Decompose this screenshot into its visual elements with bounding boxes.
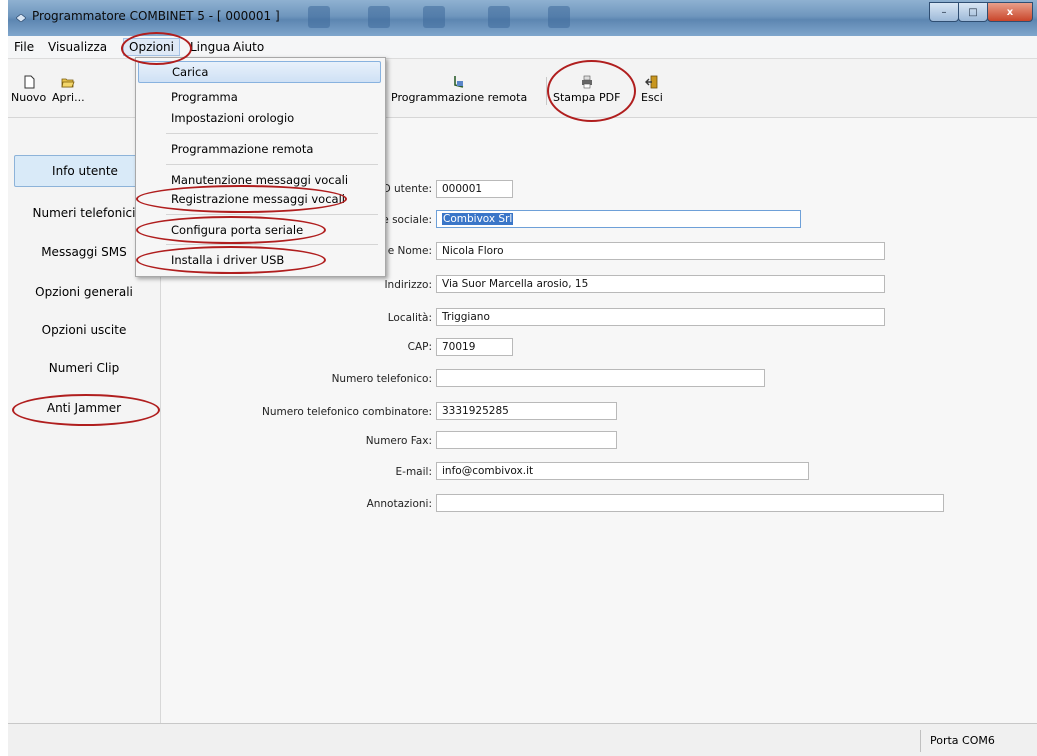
localita-field[interactable]: Triggiano [436, 308, 885, 326]
new-file-icon [24, 75, 35, 89]
nuovo-button[interactable]: Nuovo [11, 75, 46, 104]
highlight-oval-configura-porta [136, 216, 326, 244]
ragione-sociale-field[interactable]: Combivox Srl [436, 210, 801, 228]
numero-telefonico-field[interactable] [436, 369, 765, 387]
window-controls: – □ x [929, 2, 1033, 22]
highlight-oval-installa-driver [136, 246, 326, 274]
sidebar-item-opzioni-generali[interactable]: Opzioni generali [14, 277, 154, 307]
highlight-oval-anti-jammer [12, 394, 160, 426]
cap-field[interactable]: 70019 [436, 338, 513, 356]
highlight-oval-opzioni [121, 32, 192, 65]
taskbar-thumbnail-icon [423, 6, 445, 28]
highlight-oval-stampa-pdf [547, 60, 636, 122]
opzioni-menu: Carica Programma Impostazioni orologio P… [135, 57, 386, 277]
menu-item-carica[interactable]: Carica [138, 61, 381, 83]
status-port: Porta COM6 [930, 734, 995, 747]
nuovo-label: Nuovo [11, 91, 47, 104]
numero-combinatore-field[interactable]: 3331925285 [436, 402, 617, 420]
annotazioni-label: Annotazioni: [366, 498, 432, 510]
taskbar-thumbnail-icon [368, 6, 390, 28]
email-field[interactable]: info@combivox.it [436, 462, 809, 480]
remote-programming-icon [454, 76, 464, 88]
apri-button[interactable]: Apri... [52, 75, 85, 104]
open-folder-icon [61, 78, 75, 88]
window-title: Programmatore COMBINET 5 - [ 000001 ] [32, 9, 280, 23]
status-separator [920, 730, 921, 752]
id-utente-field[interactable]: 000001 [436, 180, 513, 198]
maximize-button[interactable]: □ [958, 2, 988, 22]
programmazione-remota-label: Programmazione remota [391, 91, 528, 104]
cognome-nome-field[interactable]: Nicola Floro [436, 242, 885, 260]
sidebar-item-numeri-clip[interactable]: Numeri Clip [14, 353, 154, 383]
highlight-oval-registrazione [136, 185, 347, 213]
menu-aiuto[interactable]: Aiuto [233, 40, 264, 54]
menu-lingua[interactable]: Lingua [190, 40, 230, 54]
cap-label: CAP: [407, 341, 432, 353]
menu-separator [166, 214, 378, 215]
sidebar-item-numeri-telefonici[interactable]: Numeri telefonici [14, 198, 154, 228]
annotazioni-field[interactable] [436, 494, 944, 512]
application-window: Programmatore COMBINET 5 - [ 000001 ] – … [8, 0, 1037, 756]
numero-fax-label: Numero Fax: [365, 435, 432, 447]
menu-item-programmazione-remota[interactable]: Programmazione remota [138, 138, 381, 160]
numero-fax-field[interactable] [436, 431, 617, 449]
sidebar-item-messaggi-sms[interactable]: Messaggi SMS [14, 237, 154, 267]
esci-label: Esci [641, 91, 663, 104]
taskbar-thumbnail-icon [548, 6, 570, 28]
indirizzo-field[interactable]: Via Suor Marcella arosio, 15 [436, 275, 885, 293]
menu-item-programma[interactable]: Programma [138, 86, 381, 108]
programmazione-remota-button[interactable]: Programmazione remota [391, 75, 527, 104]
menu-visualizza[interactable]: Visualizza [48, 40, 107, 54]
title-bar[interactable]: Programmatore COMBINET 5 - [ 000001 ] – … [8, 0, 1037, 36]
ragione-sociale-value: Combivox Srl [442, 213, 514, 225]
minimize-button[interactable]: – [929, 2, 959, 22]
status-bar: Porta COM6 [8, 723, 1037, 756]
numero-combinatore-label: Numero telefonico combinatore: [262, 406, 432, 418]
app-icon [16, 14, 26, 22]
menu-separator [166, 164, 378, 165]
menu-separator [166, 244, 378, 245]
sidebar-item-opzioni-uscite[interactable]: Opzioni uscite [14, 315, 154, 345]
exit-door-icon [644, 75, 658, 89]
close-button[interactable]: x [987, 2, 1033, 22]
menu-file[interactable]: File [14, 40, 34, 54]
menu-separator [166, 133, 378, 134]
menu-item-impostazioni-orologio[interactable]: Impostazioni orologio [138, 107, 381, 129]
numero-telefonico-label: Numero telefonico: [331, 373, 432, 385]
apri-label: Apri... [52, 91, 85, 104]
taskbar-thumbnail-icon [308, 6, 330, 28]
localita-label: Località: [387, 312, 432, 324]
taskbar-thumbnail-icon [488, 6, 510, 28]
email-label: E-mail: [395, 466, 432, 478]
esci-button[interactable]: Esci [641, 75, 663, 104]
indirizzo-label: Indirizzo: [384, 279, 432, 291]
